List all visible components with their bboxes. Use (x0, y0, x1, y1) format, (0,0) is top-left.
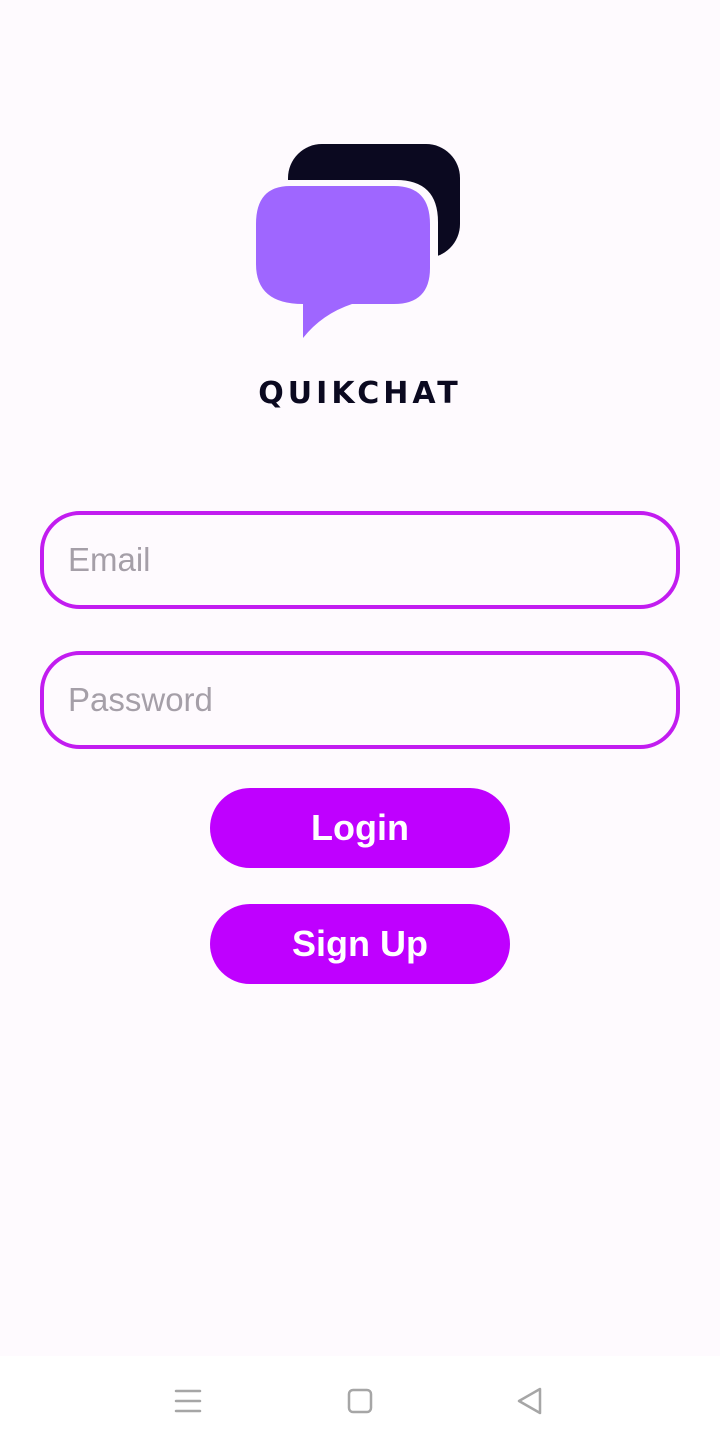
password-input[interactable] (44, 655, 676, 745)
menu-icon[interactable] (168, 1381, 208, 1421)
home-square-icon[interactable] (340, 1381, 380, 1421)
app-logo (252, 144, 460, 345)
email-field[interactable] (40, 511, 680, 609)
front-bubble (256, 186, 430, 338)
signup-button[interactable]: Sign Up (210, 904, 510, 984)
password-field[interactable] (40, 651, 680, 749)
email-input[interactable] (44, 515, 676, 605)
back-triangle-icon[interactable] (510, 1381, 550, 1421)
navigation-bar (0, 1356, 720, 1446)
app-title: QUIKCHAT (258, 376, 462, 411)
login-button[interactable]: Login (210, 788, 510, 868)
